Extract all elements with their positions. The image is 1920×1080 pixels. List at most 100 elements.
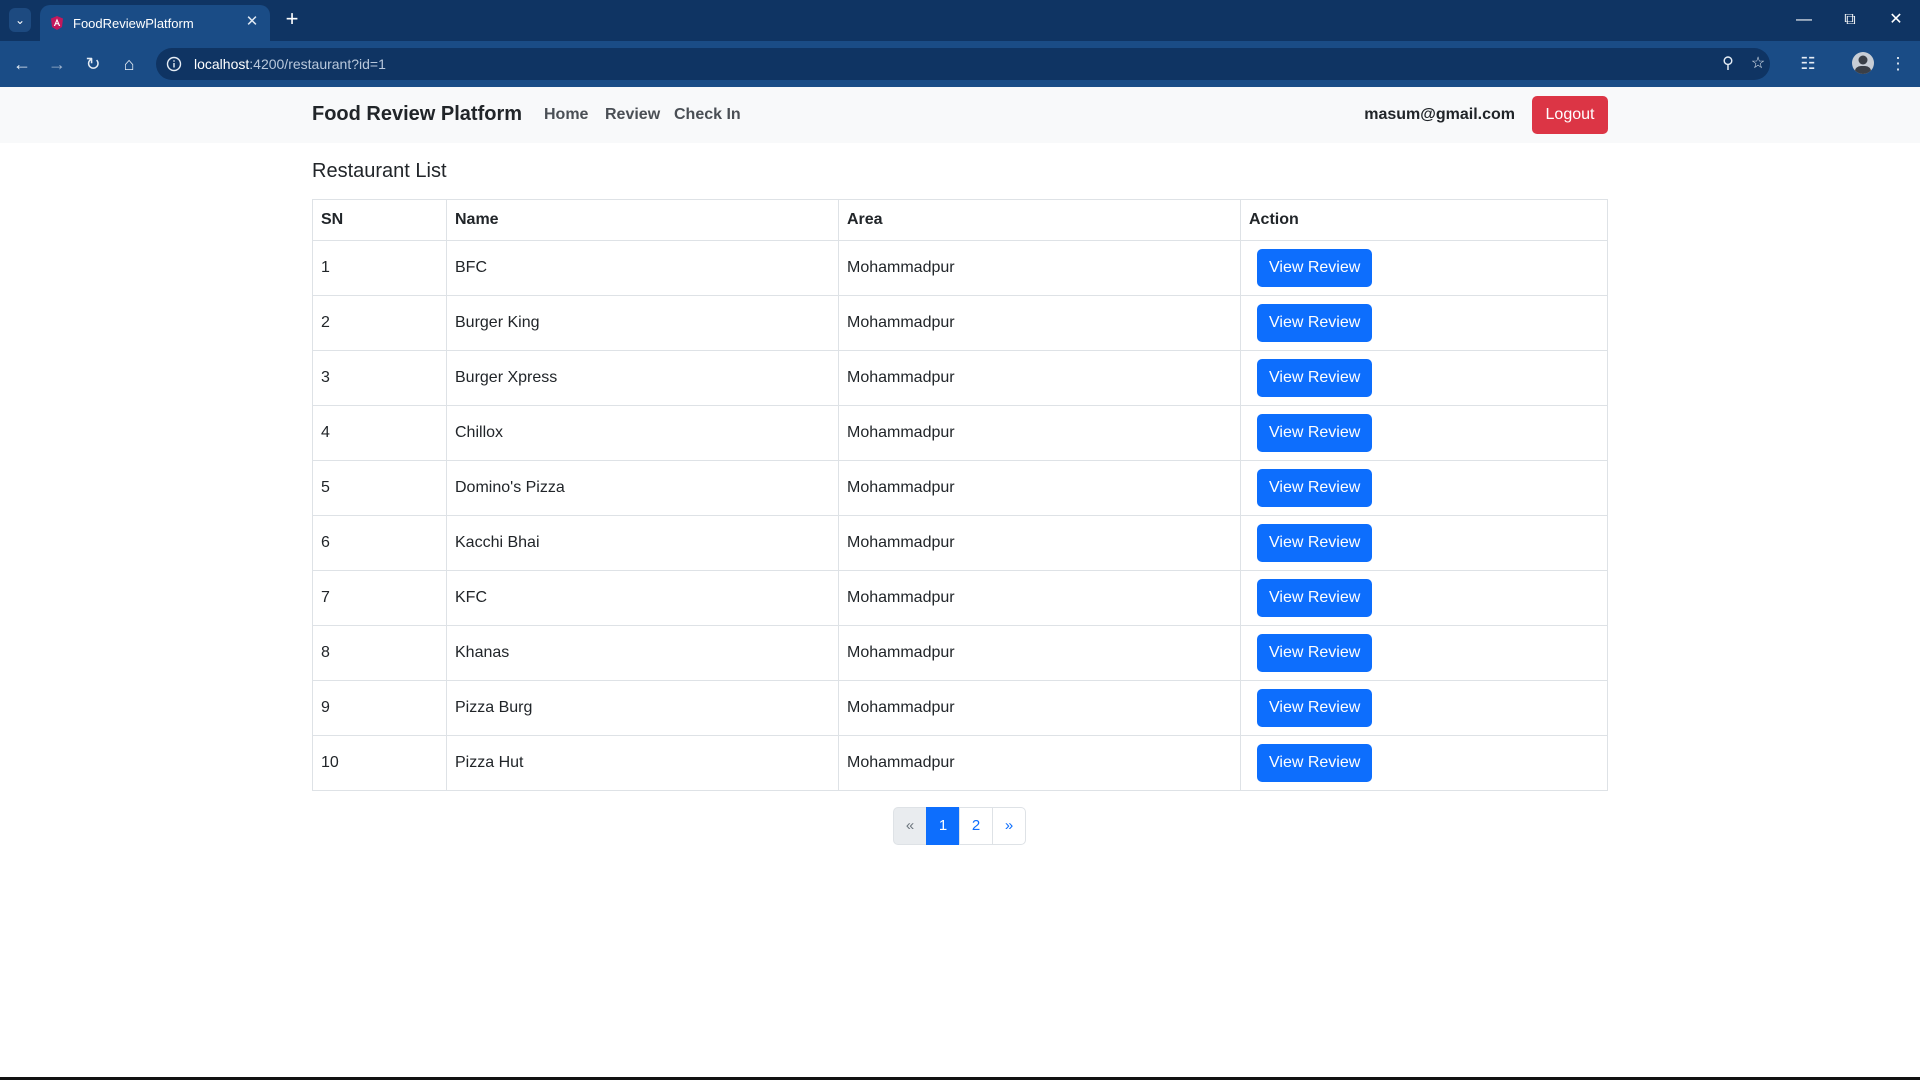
cell-area: Mohammadpur <box>838 625 1241 681</box>
tab-search-chevron-icon[interactable]: ⌄ <box>9 8 31 32</box>
cell-sn: 1 <box>312 240 447 296</box>
table-row: 3 Burger Xpress Mohammadpur View Review <box>312 350 1608 406</box>
cell-name: Pizza Burg <box>446 680 839 736</box>
bookmark-star-icon[interactable]: ☆ <box>1748 54 1768 74</box>
new-tab-plus-icon[interactable]: + <box>281 7 303 31</box>
cell-sn: 4 <box>312 405 447 461</box>
table-row: 1 BFC Mohammadpur View Review <box>312 240 1608 296</box>
cell-action: View Review <box>1240 295 1608 351</box>
extensions-puzzle-icon[interactable]: ☷ <box>1795 51 1821 77</box>
pagination: « 1 2 » <box>893 807 1026 845</box>
cell-sn: 9 <box>312 680 447 736</box>
restaurant-table: SN Name Area Action 1 BFC Mohammadpur View … <box>312 199 1608 791</box>
cell-name: Burger Xpress <box>446 350 839 406</box>
view-review-button[interactable]: View Review <box>1257 579 1373 617</box>
browser-tab-title: FoodReviewPlatform <box>73 16 194 31</box>
logout-button[interactable]: Logout <box>1532 96 1608 134</box>
cell-action: View Review <box>1240 515 1608 571</box>
cell-area: Mohammadpur <box>838 735 1241 791</box>
page-title: Restaurant List <box>312 160 447 182</box>
pagination-page-1[interactable]: 1 <box>926 807 960 845</box>
angular-favicon-icon <box>51 16 63 30</box>
view-review-button[interactable]: View Review <box>1257 304 1373 342</box>
cell-action: View Review <box>1240 625 1608 681</box>
view-review-button[interactable]: View Review <box>1257 249 1373 287</box>
cell-name: Chillox <box>446 405 839 461</box>
cell-name: Khanas <box>446 625 839 681</box>
url-host: localhost <box>194 56 250 72</box>
home-icon[interactable]: ⌂ <box>116 51 142 77</box>
cell-name: KFC <box>446 570 839 626</box>
column-header-name: Name <box>446 199 839 241</box>
cell-action: View Review <box>1240 570 1608 626</box>
cell-action: View Review <box>1240 680 1608 736</box>
cell-sn: 2 <box>312 295 447 351</box>
password-key-icon[interactable]: ⚲ <box>1718 54 1738 74</box>
close-window-icon[interactable]: ✕ <box>1874 6 1918 34</box>
table-row: 2 Burger King Mohammadpur View Review <box>312 295 1608 351</box>
cell-area: Mohammadpur <box>838 405 1241 461</box>
table-row: 6 Kacchi Bhai Mohammadpur View Review <box>312 515 1608 571</box>
table-body: 1 BFC Mohammadpur View Review 2 Burger King Mo… <box>312 240 1608 791</box>
table-row: 5 Domino's Pizza Mohammadpur View Review <box>312 460 1608 516</box>
restore-window-icon[interactable]: ⧉ <box>1828 6 1872 34</box>
table-row: 9 Pizza Burg Mohammadpur View Review <box>312 680 1608 736</box>
url-path: :4200/restaurant?id=1 <box>249 56 386 72</box>
user-email: masum@gmail.com <box>1364 106 1515 123</box>
close-tab-icon[interactable]: ✕ <box>242 12 262 32</box>
view-review-button[interactable]: View Review <box>1257 469 1373 507</box>
address-bar[interactable]: localhost:4200/restaurant?id=1 ⚲ ☆ <box>156 48 1770 80</box>
browser-menu-icon[interactable]: ⋮ <box>1885 51 1911 77</box>
cell-action: View Review <box>1240 240 1608 296</box>
cell-sn: 3 <box>312 350 447 406</box>
site-info-icon[interactable] <box>166 56 182 72</box>
cell-action: View Review <box>1240 405 1608 461</box>
forward-arrow-icon[interactable]: → <box>44 51 70 77</box>
column-header-action: Action <box>1240 199 1608 241</box>
reload-icon[interactable]: ↻ <box>80 51 106 77</box>
profile-avatar-icon[interactable] <box>1852 52 1874 74</box>
url-text: localhost:4200/restaurant?id=1 <box>194 56 386 72</box>
pagination-prev[interactable]: « <box>893 807 927 845</box>
view-review-button[interactable]: View Review <box>1257 689 1373 727</box>
table-row: 10 Pizza Hut Mohammadpur View Review <box>312 735 1608 791</box>
cell-sn: 7 <box>312 570 447 626</box>
nav-link-check-in[interactable]: Check In <box>674 106 741 124</box>
minimize-window-icon[interactable]: — <box>1782 6 1826 34</box>
table-row: 8 Khanas Mohammadpur View Review <box>312 625 1608 681</box>
profile-photo <box>1855 55 1871 74</box>
pagination-page-2[interactable]: 2 <box>959 807 993 845</box>
cell-name: Kacchi Bhai <box>446 515 839 571</box>
cell-area: Mohammadpur <box>838 460 1241 516</box>
brand-title[interactable]: Food Review Platform <box>312 103 522 126</box>
cell-name: BFC <box>446 240 839 296</box>
cell-area: Mohammadpur <box>838 515 1241 571</box>
nav-link-review[interactable]: Review <box>605 106 660 124</box>
view-review-button[interactable]: View Review <box>1257 414 1373 452</box>
cell-action: View Review <box>1240 460 1608 516</box>
cell-sn: 8 <box>312 625 447 681</box>
browser-tab[interactable]: FoodReviewPlatform ✕ <box>40 5 270 41</box>
cell-area: Mohammadpur <box>838 680 1241 736</box>
cell-name: Domino's Pizza <box>446 460 839 516</box>
pagination-next[interactable]: » <box>992 807 1026 845</box>
cell-action: View Review <box>1240 735 1608 791</box>
table-header-row: SN Name Area Action <box>312 199 1608 241</box>
cell-sn: 6 <box>312 515 447 571</box>
cell-sn: 10 <box>312 735 447 791</box>
back-arrow-icon[interactable]: ← <box>9 51 35 77</box>
cell-area: Mohammadpur <box>838 350 1241 406</box>
cell-area: Mohammadpur <box>838 570 1241 626</box>
app-navbar: Food Review Platform Home Review Check I… <box>0 87 1920 143</box>
view-review-button[interactable]: View Review <box>1257 634 1373 672</box>
table-row: 7 KFC Mohammadpur View Review <box>312 570 1608 626</box>
view-review-button[interactable]: View Review <box>1257 524 1373 562</box>
browser-toolbar: ← → ↻ ⌂ localhost:4200/restaurant?id=1 ⚲… <box>0 41 1920 87</box>
column-header-area: Area <box>838 199 1241 241</box>
cell-name: Pizza Hut <box>446 735 839 791</box>
cell-sn: 5 <box>312 460 447 516</box>
view-review-button[interactable]: View Review <box>1257 359 1373 397</box>
cell-action: View Review <box>1240 350 1608 406</box>
view-review-button[interactable]: View Review <box>1257 744 1373 782</box>
nav-link-home[interactable]: Home <box>544 106 588 124</box>
